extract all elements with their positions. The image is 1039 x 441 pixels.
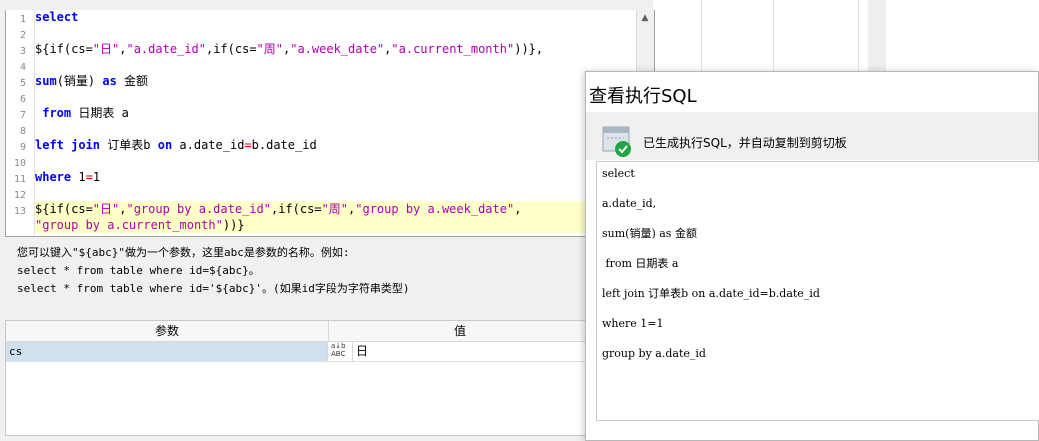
sql-line: select — [602, 167, 635, 180]
code-line[interactable]: "group by a.current_month"))} — [35, 217, 634, 233]
code-token: ))} — [222, 218, 245, 232]
code-line[interactable] — [35, 57, 634, 73]
code-token: "周" — [256, 42, 283, 56]
param-value-cell[interactable]: 日 — [352, 342, 591, 361]
sql-line: a.date_id, — [602, 197, 657, 210]
code-token: 日期表 a — [71, 106, 129, 120]
background-scrollbar — [868, 0, 886, 72]
column-divider — [773, 0, 774, 72]
code-token: b.date_id — [251, 138, 317, 152]
code-token: "a.date_id" — [126, 42, 206, 56]
code-token: ))}, — [514, 42, 544, 56]
dialog-title: 查看执行SQL — [589, 86, 697, 107]
sql-line: sum(销量) as 金额 — [602, 227, 697, 240]
code-line[interactable]: ${if(cs="日","group by a.date_id",if(cs="… — [35, 201, 634, 217]
code-token: on — [157, 138, 173, 152]
line-number: 10 — [13, 158, 26, 169]
code-token: "a.week_date" — [290, 42, 385, 56]
column-divider — [858, 0, 859, 72]
line-number: 6 — [19, 94, 26, 105]
column-header-param[interactable]: 参数 — [6, 321, 329, 341]
code-token: "group by a.week_date" — [355, 202, 515, 216]
help-line: 您可以键入"${abc}"做为一个参数，这里abc是参数的名称。例如: — [17, 246, 350, 259]
code-token: where — [35, 170, 72, 184]
line-number: 4 — [19, 62, 26, 73]
code-token: select — [35, 10, 79, 24]
code-token: as — [102, 74, 117, 88]
sql-line: group by a.date_id — [602, 347, 706, 360]
help-line: select * from table where id='${abc}'。(如… — [17, 282, 410, 295]
code-token: ${if(cs= — [35, 42, 93, 56]
line-number: 9 — [19, 142, 26, 153]
code-line[interactable] — [35, 25, 634, 41]
dialog-message: 已生成执行SQL，并自动复制到剪切板 — [643, 136, 847, 150]
sql-line: left join 订单表b on a.date_id=b.date_id — [602, 287, 820, 300]
code-line[interactable]: sum(销量) as 金额 — [35, 73, 634, 89]
string-type-icon[interactable]: a↓b ABC — [329, 342, 351, 361]
help-line: select * from table where id=${abc}。 — [17, 264, 260, 277]
line-number-gutter: 1 2 3 4 5 6 7 8 9 10 11 12 13 — [6, 10, 35, 236]
sql-editor[interactable]: 1 2 3 4 5 6 7 8 9 10 11 12 13 ▲ select ${if(cs="日","a… — [5, 10, 655, 237]
type-icon-label: ABC — [331, 350, 346, 358]
code-token: "group by a.current_month" — [35, 218, 223, 232]
parameter-help: 您可以键入"${abc}"做为一个参数，这里abc是参数的名称。例如: sele… — [17, 244, 577, 298]
line-number: 1 — [19, 14, 26, 25]
code-token: 1 — [92, 170, 101, 184]
line-number: 3 — [19, 46, 26, 57]
line-number: 11 — [13, 174, 26, 185]
column-divider — [701, 0, 702, 72]
code-token: (销量) — [56, 74, 103, 88]
generated-sql-textbox[interactable]: select a.date_id, sum(销量) as 金额 from 日期表 a… — [596, 161, 1039, 421]
param-name-cell[interactable]: cs — [6, 342, 328, 361]
code-token: "日" — [92, 42, 120, 56]
code-token: 金额 — [116, 74, 149, 88]
code-line[interactable]: select — [35, 10, 634, 25]
sql-line: where 1=1 — [602, 317, 664, 330]
code-line[interactable] — [35, 89, 634, 105]
code-line[interactable] — [35, 185, 634, 201]
code-token: 订单表b — [100, 138, 158, 152]
code-token: from — [42, 106, 72, 120]
line-number: 8 — [19, 126, 26, 137]
code-line[interactable] — [35, 121, 634, 137]
table-row[interactable]: cs a↓b ABC 日 — [6, 342, 591, 362]
code-token: = — [244, 138, 252, 152]
code-token: left join — [35, 138, 101, 152]
code-token: = — [85, 170, 93, 184]
code-line[interactable] — [35, 153, 634, 169]
code-token: "日" — [92, 202, 120, 216]
success-check-icon — [602, 126, 632, 158]
line-number: 5 — [19, 78, 26, 89]
code-token: "group by a.date_id" — [126, 202, 271, 216]
dialog-banner: 已生成执行SQL，并自动复制到剪切板 — [586, 112, 1038, 160]
line-number: 7 — [19, 110, 26, 121]
code-line[interactable]: left join 订单表b on a.date_id=b.date_id — [35, 137, 634, 153]
column-header-value[interactable]: 值 — [329, 321, 591, 341]
code-token: 1 — [71, 170, 86, 184]
code-token: ,if(cs= — [270, 202, 322, 216]
code-token: a.date_id — [172, 138, 245, 152]
code-token: , — [514, 202, 522, 216]
code-line[interactable]: ${if(cs="日","a.date_id",if(cs="周","a.wee… — [35, 41, 634, 57]
line-number: 2 — [19, 30, 26, 41]
parameters-grid[interactable]: 参数 值 cs a↓b ABC 日 — [5, 320, 592, 436]
code-line[interactable]: from 日期表 a — [35, 105, 634, 121]
code-token: sum — [35, 74, 57, 88]
view-sql-dialog[interactable]: 查看执行SQL 已生成执行SQL，并自动复制到剪切板 select a.date_… — [585, 71, 1039, 441]
line-number: 13 — [13, 206, 26, 217]
scroll-up-arrow-icon[interactable]: ▲ — [639, 12, 651, 24]
code-token: "周" — [321, 202, 349, 216]
line-number: 12 — [13, 190, 26, 201]
sql-line: from 日期表 a — [602, 257, 679, 270]
code-line[interactable]: where 1=1 — [35, 169, 634, 185]
code-token: "a.current_month" — [391, 42, 515, 56]
grid-header: 参数 值 — [6, 321, 591, 342]
code-token: ${if(cs= — [35, 202, 93, 216]
code-token: ,if(cs= — [205, 42, 257, 56]
